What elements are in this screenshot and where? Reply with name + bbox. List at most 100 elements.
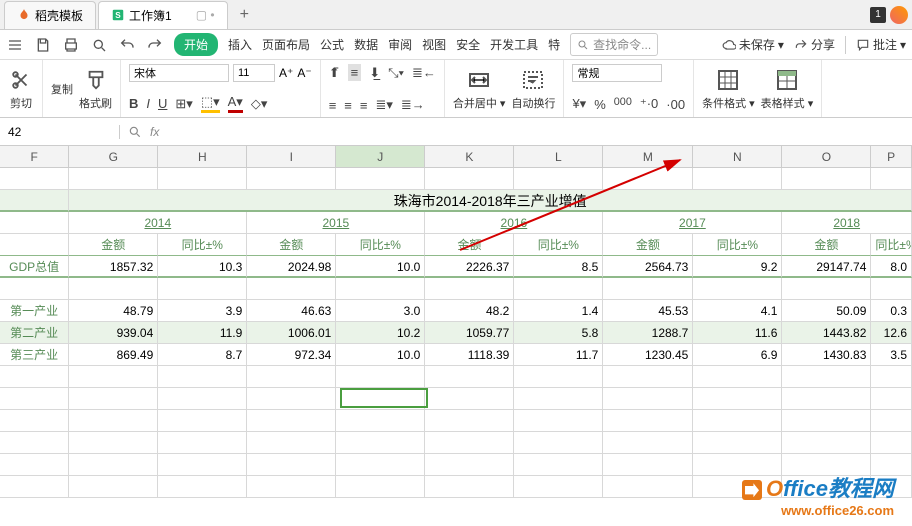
cell[interactable]: [336, 432, 425, 454]
cell[interactable]: [693, 410, 782, 432]
cell[interactable]: 45.53: [603, 300, 693, 322]
cell[interactable]: [247, 278, 336, 300]
cell[interactable]: [425, 476, 514, 498]
cell[interactable]: [247, 410, 336, 432]
cell[interactable]: [336, 278, 425, 300]
menu-hamburger-icon[interactable]: [6, 36, 24, 54]
cell[interactable]: [0, 212, 69, 234]
cell[interactable]: [247, 454, 336, 476]
cell[interactable]: 3.5: [871, 344, 912, 366]
cell[interactable]: 9.2: [693, 256, 782, 278]
cell[interactable]: [514, 410, 603, 432]
cell[interactable]: [158, 168, 247, 190]
cell[interactable]: [69, 476, 158, 498]
cell[interactable]: [247, 388, 336, 410]
cell[interactable]: [514, 168, 603, 190]
indent-left-icon[interactable]: ≣←: [412, 65, 436, 81]
cell[interactable]: [514, 454, 603, 476]
cut-button[interactable]: 剪切: [8, 67, 34, 111]
merge-center-button[interactable]: 合并居中 ▾: [453, 67, 506, 111]
cell[interactable]: 0.3: [871, 300, 912, 322]
print-icon[interactable]: [62, 36, 80, 54]
cell[interactable]: [0, 454, 69, 476]
cell[interactable]: [336, 454, 425, 476]
indent-right-icon[interactable]: ≣→: [401, 97, 425, 113]
cell[interactable]: [693, 388, 782, 410]
cell[interactable]: [693, 278, 782, 300]
cell[interactable]: 同比±%: [514, 234, 603, 256]
cell[interactable]: [603, 366, 693, 388]
cell[interactable]: [336, 168, 425, 190]
cell[interactable]: 29147.74: [782, 256, 871, 278]
cell[interactable]: [603, 388, 693, 410]
align-right-icon[interactable]: ≡: [360, 98, 368, 113]
spreadsheet-grid[interactable]: FGHIJKLMNOP 珠海市2014-2018年三产业增值2014201520…: [0, 146, 912, 498]
wrap-text-button[interactable]: 自动换行: [511, 67, 555, 111]
cell[interactable]: 同比±%: [871, 234, 912, 256]
cell[interactable]: 8.7: [158, 344, 247, 366]
underline-button[interactable]: U: [158, 96, 167, 111]
save-icon[interactable]: [34, 36, 52, 54]
column-header[interactable]: G: [69, 146, 158, 167]
font-family-select[interactable]: [129, 64, 229, 82]
cell[interactable]: [158, 410, 247, 432]
cell[interactable]: [247, 476, 336, 498]
cell[interactable]: 2018: [782, 212, 912, 234]
cell[interactable]: [0, 432, 69, 454]
cell[interactable]: [69, 432, 158, 454]
increase-decimal-button[interactable]: ⁺·0: [640, 96, 658, 112]
cell[interactable]: [158, 366, 247, 388]
align-bottom-icon[interactable]: ⬇̲: [369, 65, 380, 81]
cell[interactable]: 第三产业: [0, 344, 69, 366]
column-header[interactable]: M: [603, 146, 693, 167]
cell[interactable]: 4.1: [693, 300, 782, 322]
align-top-icon[interactable]: ⬆̄: [329, 65, 340, 81]
cell[interactable]: [247, 168, 336, 190]
cell[interactable]: 2564.73: [603, 256, 693, 278]
column-header[interactable]: O: [782, 146, 871, 167]
menu-review[interactable]: 审阅: [388, 36, 412, 53]
cell[interactable]: [693, 366, 782, 388]
cell[interactable]: 金额: [603, 234, 693, 256]
cell[interactable]: 11.6: [693, 322, 782, 344]
border-button[interactable]: ⊞▾: [175, 96, 192, 112]
cell[interactable]: [425, 388, 514, 410]
cell[interactable]: [0, 366, 69, 388]
unsaved-status[interactable]: 未保存 ▾: [722, 36, 784, 53]
cell[interactable]: 第一产业: [0, 300, 69, 322]
cell[interactable]: [0, 278, 69, 300]
user-avatar[interactable]: [890, 6, 908, 24]
cell[interactable]: [514, 278, 603, 300]
cell[interactable]: 972.34: [247, 344, 336, 366]
menu-insert[interactable]: 插入: [228, 36, 252, 53]
percent-button[interactable]: %: [594, 97, 606, 112]
number-format-select[interactable]: [572, 64, 662, 82]
cell[interactable]: [514, 388, 603, 410]
cell[interactable]: 1118.39: [425, 344, 514, 366]
column-header[interactable]: F: [0, 146, 69, 167]
cell[interactable]: [603, 432, 693, 454]
cell[interactable]: 1288.7: [603, 322, 693, 344]
cell[interactable]: 同比±%: [336, 234, 425, 256]
undo-icon[interactable]: [118, 36, 136, 54]
format-brush-button[interactable]: 格式刷: [79, 67, 112, 111]
cell[interactable]: [247, 366, 336, 388]
column-header[interactable]: P: [871, 146, 912, 167]
cell[interactable]: [425, 278, 514, 300]
comment-button[interactable]: 批注 ▾: [856, 36, 906, 53]
command-search[interactable]: 查找命令...: [570, 33, 658, 56]
cell[interactable]: [0, 234, 69, 256]
menu-layout[interactable]: 页面布局: [262, 36, 310, 53]
cell[interactable]: [603, 410, 693, 432]
cell[interactable]: [425, 454, 514, 476]
cell[interactable]: [425, 410, 514, 432]
cell[interactable]: 2024.98: [247, 256, 336, 278]
cell[interactable]: 11.9: [158, 322, 247, 344]
font-color-button[interactable]: A▾: [228, 94, 243, 113]
cell[interactable]: [69, 410, 158, 432]
clear-format-button[interactable]: ◇▾: [251, 96, 268, 112]
cell[interactable]: 1230.45: [603, 344, 693, 366]
tab-template[interactable]: 稻壳模板: [4, 1, 96, 29]
cell[interactable]: [336, 410, 425, 432]
column-header[interactable]: J: [336, 146, 425, 167]
